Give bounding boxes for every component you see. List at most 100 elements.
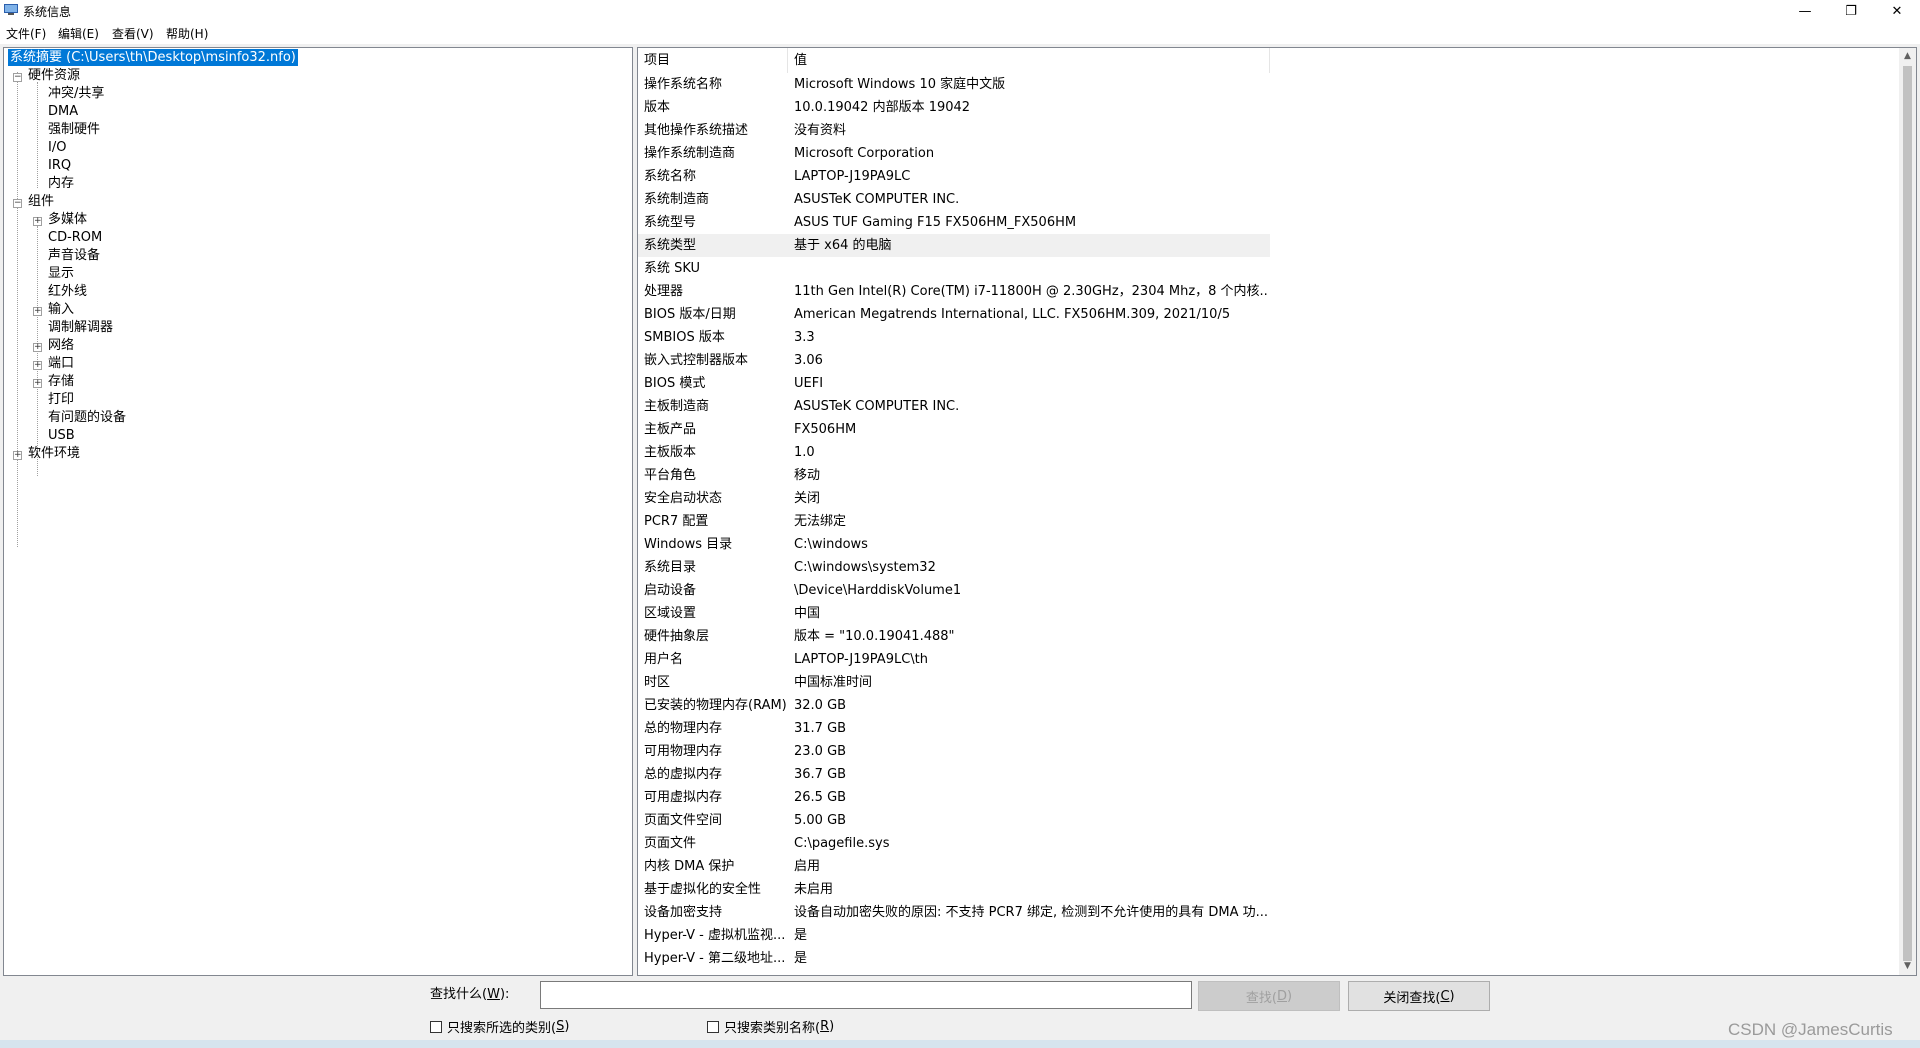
tree-item-conflicts[interactable]: 冲突/共享 (48, 84, 104, 104)
row-value: 中国标准时间 (794, 675, 873, 690)
tree-item-multimedia[interactable]: 多媒体 (48, 210, 87, 230)
table-row[interactable]: 系统目录 C:\windows\system32 (638, 556, 1270, 579)
table-row[interactable]: BIOS 版本/日期 American Megatrends Internatio… (638, 303, 1270, 326)
tree-item-forced-hardware[interactable]: 强制硬件 (48, 120, 100, 140)
expand-icon[interactable]: + (33, 379, 42, 388)
table-row[interactable]: 基于虚拟化的安全性 未启用 (638, 878, 1270, 901)
table-row[interactable]: 已安装的物理内存(RAM) 32.0 GB (638, 694, 1270, 717)
table-row[interactable]: 系统名称 LAPTOP-J19PA9LC (638, 165, 1270, 188)
tree-item-memory[interactable]: 内存 (48, 174, 74, 194)
table-row[interactable]: 时区 中国标准时间 (638, 671, 1270, 694)
menu-file[interactable]: 文件(F) (6, 25, 46, 42)
table-row[interactable]: 系统 SKU (638, 257, 1270, 280)
expand-icon[interactable]: + (13, 451, 22, 460)
menu-view[interactable]: 查看(V) (112, 25, 154, 42)
tree-item-usb[interactable]: USB (48, 426, 75, 446)
vertical-scrollbar[interactable]: ▲ ▼ (1899, 48, 1916, 975)
tree-item-input[interactable]: 输入 (48, 300, 74, 320)
table-row[interactable]: PCR7 配置 无法绑定 (638, 510, 1270, 533)
expand-icon[interactable]: + (33, 343, 42, 352)
table-row[interactable]: 其他操作系统描述 没有资料 (638, 119, 1270, 142)
find-input[interactable] (540, 981, 1192, 1009)
table-row[interactable]: BIOS 模式 UEFI (638, 372, 1270, 395)
tree-item-label: 打印 (48, 392, 75, 407)
table-row[interactable]: SMBIOS 版本 3.3 (638, 326, 1270, 349)
table-row[interactable]: 处理器 11th Gen Intel(R) Core(TM) i7-11800H … (638, 280, 1270, 303)
table-row[interactable]: 内核 DMA 保护 启用 (638, 855, 1270, 878)
tree-item-dma[interactable]: DMA (48, 102, 78, 122)
column-header-item[interactable]: 项目 (638, 48, 788, 73)
table-row[interactable]: 主板版本 1.0 (638, 441, 1270, 464)
expand-icon[interactable]: + (33, 307, 42, 316)
scroll-up-icon[interactable]: ▲ (1899, 48, 1916, 65)
menu-edit[interactable]: 编辑(E) (58, 25, 99, 42)
tree-item-cd-rom[interactable]: CD-ROM (48, 228, 102, 248)
row-value: Microsoft Corporation (794, 146, 935, 161)
tree-item-system-summary[interactable]: 系统摘要 (C:\Users\th\Desktop\msinfo32.nfo) (7, 48, 299, 68)
expand-icon[interactable]: + (33, 361, 42, 370)
table-row[interactable]: Hyper-V - 第二级地址... 是 (638, 947, 1270, 970)
checkbox-box[interactable] (430, 1020, 442, 1033)
tree-item-label: 系统摘要 (C:\Users\th\Desktop\msinfo32.nfo) (7, 48, 299, 67)
table-row[interactable]: 平台角色 移动 (638, 464, 1270, 487)
collapse-icon[interactable]: − (13, 73, 22, 82)
tree-item-infrared[interactable]: 红外线 (48, 282, 87, 302)
table-row[interactable]: 启动设备 \Device\HarddiskVolume1 (638, 579, 1270, 602)
table-row[interactable]: 可用物理内存 23.0 GB (638, 740, 1270, 763)
tree-item-printing[interactable]: 打印 (48, 390, 74, 410)
search-category-names-checkbox[interactable]: 只搜索类别名称(R) (707, 1017, 834, 1036)
table-row[interactable]: Hyper-V - 虚拟机监视... 是 (638, 924, 1270, 947)
category-tree[interactable]: 系统摘要 (C:\Users\th\Desktop\msinfo32.nfo) … (3, 47, 633, 976)
tree-item-ports[interactable]: 端口 (48, 354, 74, 374)
search-selected-category-checkbox[interactable]: 只搜索所选的类别(S) (430, 1017, 569, 1036)
table-row[interactable]: 系统制造商 ASUSTeK COMPUTER INC. (638, 188, 1270, 211)
table-row[interactable]: 页面文件空间 5.00 GB (638, 809, 1270, 832)
tree-item-storage[interactable]: 存储 (48, 372, 74, 392)
tree-item-display[interactable]: 显示 (48, 264, 74, 284)
tree-item-network[interactable]: 网络 (48, 336, 74, 356)
table-row[interactable]: 操作系统制造商 Microsoft Corporation (638, 142, 1270, 165)
close-button[interactable]: ✕ (1874, 0, 1920, 22)
tree-item-modem[interactable]: 调制解调器 (48, 318, 113, 338)
table-row[interactable]: 版本 10.0.19042 内部版本 19042 (638, 96, 1270, 119)
tree-item-label: 有问题的设备 (48, 410, 127, 425)
scroll-down-icon[interactable]: ▼ (1899, 958, 1916, 975)
find-button[interactable]: 查找(D) (1198, 981, 1340, 1011)
table-row[interactable]: 设备加密支持 设备自动加密失败的原因: 不支持 PCR7 绑定, 检测到不允许使用… (638, 901, 1270, 924)
checkbox-label-key: S (556, 1019, 565, 1034)
table-row[interactable]: 系统型号 ASUS TUF Gaming F15 FX506HM_FX506HM (638, 211, 1270, 234)
minimize-button[interactable]: — (1782, 0, 1828, 22)
table-row[interactable]: 操作系统名称 Microsoft Windows 10 家庭中文版 (638, 73, 1270, 96)
column-header-value[interactable]: 值 (788, 48, 1270, 73)
table-row[interactable]: 用户名 LAPTOP-J19PA9LC\th (638, 648, 1270, 671)
checkbox-box[interactable] (707, 1020, 719, 1033)
tree-item-problem-devices[interactable]: 有问题的设备 (48, 408, 126, 428)
tree-item-hardware-resources[interactable]: 硬件资源 (28, 66, 80, 86)
scrollbar-thumb[interactable] (1903, 66, 1912, 961)
tree-item-sound-device[interactable]: 声音设备 (48, 246, 100, 266)
close-find-button[interactable]: 关闭查找(C) (1348, 981, 1490, 1011)
tree-item-components[interactable]: 组件 (28, 192, 54, 212)
table-row[interactable]: 主板制造商 ASUSTeK COMPUTER INC. (638, 395, 1270, 418)
table-row[interactable]: 主板产品 FX506HM (638, 418, 1270, 441)
table-row[interactable]: 安全启动状态 关闭 (638, 487, 1270, 510)
row-item: PCR7 配置 (644, 514, 709, 529)
table-row[interactable]: 区域设置 中国 (638, 602, 1270, 625)
table-row[interactable]: 硬件抽象层 版本 = "10.0.19041.488" (638, 625, 1270, 648)
details-list[interactable]: 项目 值 操作系统名称 Microsoft Windows 10 家庭中文版 版本 1… (637, 47, 1917, 976)
restore-button[interactable]: ❐ (1828, 0, 1874, 22)
expand-icon[interactable]: + (33, 217, 42, 226)
table-row[interactable]: 嵌入式控制器版本 3.06 (638, 349, 1270, 372)
table-row[interactable]: 系统类型 基于 x64 的电脑 (638, 234, 1270, 257)
table-row[interactable]: Windows 目录 C:\windows (638, 533, 1270, 556)
tree-item-software-environment[interactable]: 软件环境 (28, 444, 80, 464)
collapse-icon[interactable]: − (13, 199, 22, 208)
find-label-suffix: ): (499, 987, 510, 1002)
table-row[interactable]: 可用虚拟内存 26.5 GB (638, 786, 1270, 809)
tree-item-irq[interactable]: IRQ (48, 156, 71, 176)
tree-item-io[interactable]: I/O (48, 138, 66, 158)
table-row[interactable]: 总的物理内存 31.7 GB (638, 717, 1270, 740)
table-row[interactable]: 页面文件 C:\pagefile.sys (638, 832, 1270, 855)
table-row[interactable]: 总的虚拟内存 36.7 GB (638, 763, 1270, 786)
menu-help[interactable]: 帮助(H) (166, 25, 208, 42)
